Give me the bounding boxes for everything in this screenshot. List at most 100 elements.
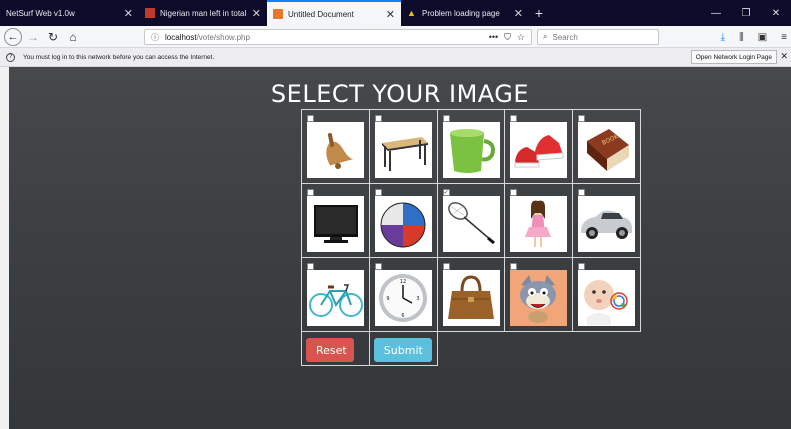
window-controls: — ❐ ✕	[701, 0, 791, 26]
close-icon[interactable]: ✕	[124, 7, 133, 20]
submit-button[interactable]: Submit	[373, 338, 432, 362]
svg-text:12: 12	[400, 279, 406, 285]
close-icon[interactable]: ✕	[386, 8, 395, 21]
image-cell	[368, 109, 438, 184]
image-cell	[504, 109, 574, 184]
image-cell	[572, 183, 641, 258]
page-content: SELECT YOUR IMAGE BOOK ✓ 12 3 6 9 Reset …	[9, 67, 791, 429]
help-icon: ?	[6, 52, 15, 62]
image-cell	[504, 183, 574, 258]
close-icon[interactable]: ✕	[780, 51, 788, 62]
image-checkbox[interactable]	[510, 189, 518, 196]
open-login-page-button[interactable]: Open Network Login Page	[690, 50, 777, 64]
image-cell: ✓	[436, 183, 506, 258]
info-icon[interactable]: ⓘ	[151, 32, 159, 43]
image-checkbox[interactable]	[578, 189, 586, 196]
ball-image[interactable]	[374, 196, 432, 252]
document-favicon-icon	[273, 9, 283, 19]
news-favicon-icon	[145, 8, 155, 18]
image-checkbox[interactable]	[307, 189, 314, 196]
tab-problem-loading[interactable]: ▲ Problem loading page ✕	[401, 0, 529, 26]
tab-label: Problem loading page	[422, 8, 500, 18]
image-checkbox[interactable]	[510, 115, 518, 122]
tab-label: NetSurf Web v1.0w	[6, 8, 75, 18]
image-checkbox[interactable]	[510, 263, 518, 270]
image-checkbox[interactable]: ✓	[442, 189, 450, 196]
menu-icon[interactable]: ≡	[781, 32, 787, 43]
svg-text:3: 3	[416, 296, 419, 302]
sneakers-image[interactable]	[510, 122, 568, 178]
image-cell	[436, 109, 506, 184]
tab-label: Untitled Document	[288, 9, 354, 19]
captive-portal-notification: ? You must log in to this network before…	[0, 48, 791, 67]
bookmark-star-icon[interactable]: ☆	[517, 32, 525, 43]
tab-untitled-document[interactable]: Untitled Document ✕	[267, 0, 401, 26]
pocket-icon[interactable]: ⛉	[504, 32, 511, 43]
car-image[interactable]	[578, 196, 636, 252]
new-tab-button[interactable]: +	[529, 0, 549, 26]
image-checkbox[interactable]	[578, 263, 586, 270]
search-input[interactable]: ⌕ Search	[537, 29, 659, 45]
cup-image[interactable]	[442, 122, 500, 178]
warning-icon: ▲	[407, 8, 416, 18]
reset-button[interactable]: Reset	[306, 338, 354, 362]
sidebar-icon[interactable]: ▣	[758, 32, 767, 43]
button-cell: Reset	[301, 331, 370, 366]
library-icon[interactable]: ⫼	[739, 32, 744, 43]
toolbar-icons: ⤓ ⫼ ▣ ≡	[721, 29, 787, 45]
reload-icon[interactable]: ↻	[44, 28, 62, 46]
image-checkbox[interactable]	[442, 263, 450, 270]
minimize-icon[interactable]: —	[701, 8, 731, 19]
image-checkbox[interactable]	[307, 263, 314, 270]
image-cell: 12 3 6 9	[368, 257, 438, 332]
page-title: SELECT YOUR IMAGE	[270, 80, 530, 108]
image-cell	[301, 183, 370, 258]
download-icon[interactable]: ⤓	[721, 32, 725, 43]
svg-text:9: 9	[386, 296, 389, 302]
bicycle-image[interactable]	[307, 270, 364, 326]
baby-image[interactable]	[578, 270, 636, 326]
back-arrow-icon[interactable]: ←	[4, 27, 22, 46]
notification-message: You must log in to this network before y…	[23, 53, 215, 61]
image-checkbox[interactable]	[578, 115, 586, 122]
tv-image[interactable]	[307, 196, 364, 252]
image-cell	[504, 257, 574, 332]
cartoon-cat-image[interactable]	[510, 270, 568, 326]
clock-image[interactable]: 12 3 6 9	[374, 270, 432, 326]
image-cell: BOOK	[572, 109, 641, 184]
navigation-bar: ← → ↻ ⌂ ⓘ localhost/vote/show.php ••• ⛉ …	[0, 26, 791, 48]
book-image[interactable]: BOOK	[578, 122, 636, 178]
url-path: /vote/show.php	[196, 32, 250, 42]
image-checkbox[interactable]	[374, 189, 382, 196]
tab-nigerian-news[interactable]: Nigerian man left in total shoc ✕	[139, 0, 267, 26]
doll-image[interactable]	[510, 196, 568, 252]
url-host: localhost	[165, 32, 197, 42]
window-close-icon[interactable]: ✕	[761, 8, 791, 19]
tab-strip: NetSurf Web v1.0w ✕ Nigerian man left in…	[0, 0, 791, 26]
page-left-edge	[0, 67, 9, 429]
handbag-image[interactable]	[442, 270, 500, 326]
svg-text:6: 6	[401, 313, 404, 319]
url-bar[interactable]: ⓘ localhost/vote/show.php ••• ⛉ ☆	[144, 29, 532, 45]
home-icon[interactable]: ⌂	[64, 28, 82, 46]
image-checkbox[interactable]	[442, 115, 450, 122]
search-placeholder: Search	[552, 32, 578, 42]
image-cell	[301, 257, 370, 332]
tab-netsurf[interactable]: NetSurf Web v1.0w ✕	[0, 0, 139, 26]
image-checkbox[interactable]	[374, 263, 382, 270]
close-icon[interactable]: ✕	[252, 7, 261, 20]
image-cell	[368, 183, 438, 258]
restore-icon[interactable]: ❐	[731, 8, 761, 19]
image-cell	[436, 257, 506, 332]
page-actions-icon[interactable]: •••	[489, 32, 498, 43]
image-checkbox[interactable]	[307, 115, 314, 122]
table-image[interactable]	[374, 122, 432, 178]
bell-image[interactable]	[307, 122, 364, 178]
racket-image[interactable]	[442, 196, 500, 252]
close-icon[interactable]: ✕	[514, 7, 523, 20]
image-cell	[301, 109, 370, 184]
button-cell: Submit	[368, 331, 438, 366]
image-checkbox[interactable]	[374, 115, 382, 122]
image-selection-grid: BOOK ✓ 12 3 6 9 Reset Submit	[301, 109, 641, 366]
forward-arrow-icon[interactable]: →	[24, 28, 42, 46]
